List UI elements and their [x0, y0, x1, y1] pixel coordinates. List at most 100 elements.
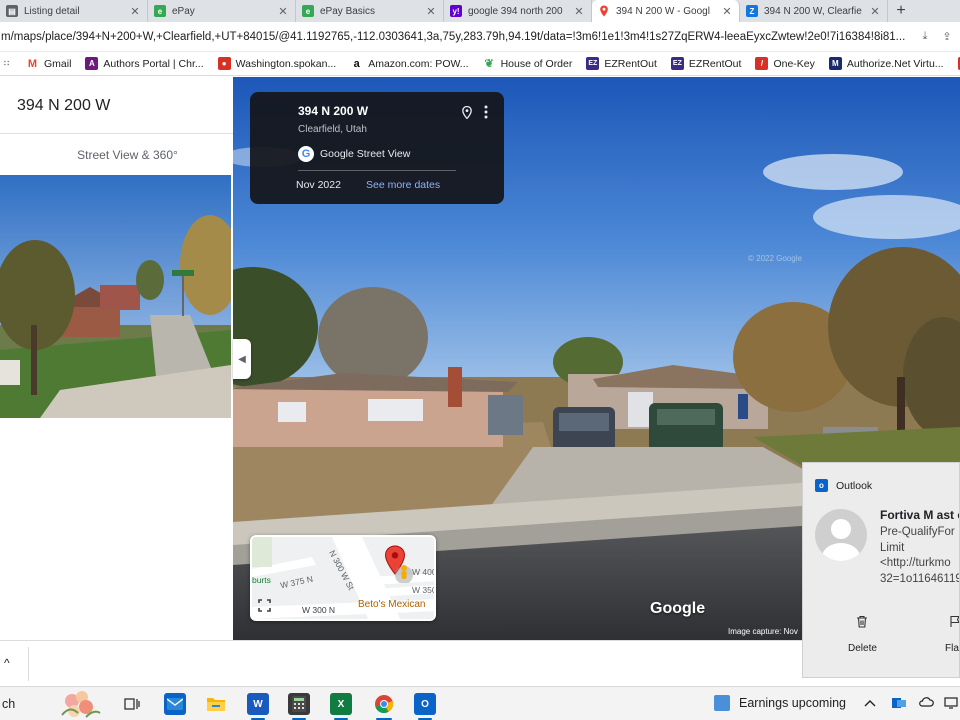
map-label: W 350 [412, 585, 436, 595]
tab-epay[interactable]: e ePay ✕ [148, 0, 296, 22]
bookmark-label: One-Key [773, 57, 815, 70]
close-icon[interactable]: ✕ [425, 5, 437, 18]
close-icon[interactable]: ✕ [277, 5, 289, 18]
notification-app: o Outlook [815, 479, 872, 492]
new-tab-button[interactable]: + [888, 0, 914, 22]
bookmark-washington[interactable]: ● Washington.spokan... [217, 57, 336, 70]
pin-icon: ● [217, 57, 231, 70]
notification-body: Pre-QualifyFor Limit <http://turkmo 32=1… [880, 525, 959, 587]
copyright-label: © 2022 Google [748, 254, 802, 263]
divider [298, 170, 456, 171]
notification-line: Pre-QualifyFor [880, 526, 955, 538]
location-pin-icon[interactable] [462, 105, 472, 122]
share-icon[interactable]: ⇪ [940, 30, 954, 44]
bookmark-gmail[interactable]: M Gmail [26, 57, 72, 70]
flag-icon [949, 615, 959, 631]
document-icon: ▤ [6, 5, 18, 17]
info-card-city: Clearfield, Utah [298, 124, 367, 135]
flag-button[interactable]: Flag [945, 615, 959, 654]
network-icon[interactable] [944, 696, 958, 713]
close-icon[interactable]: ✕ [129, 5, 141, 18]
tab-zillow[interactable]: Z 394 N 200 W, Clearfie ✕ [740, 0, 888, 22]
tab-title: ePay [172, 5, 195, 17]
collapse-panel-button[interactable]: ◀ [233, 339, 251, 379]
street-view-info-card: 394 N 200 W Clearfield, Utah G Google St… [250, 92, 504, 204]
source-label: Google Street View [320, 148, 411, 160]
epay-icon: e [154, 5, 166, 17]
street-view-thumbnail[interactable] [0, 175, 231, 418]
bookmarks-bar: ∷ M Gmail A Authors Portal | Chr... ● Wa… [0, 52, 960, 76]
minimap[interactable]: burts W 375 N N 300 W St W 400 W 350 W 3… [250, 535, 436, 621]
outlook-tray-icon[interactable] [892, 696, 906, 713]
divider [28, 647, 29, 681]
chevron-up-icon[interactable] [864, 696, 876, 710]
mail-icon[interactable] [164, 693, 186, 715]
google-watermark: Google [650, 600, 706, 617]
bookmark-label: Amazon.com: POW... [368, 57, 469, 70]
taskbar-search-text: ch [2, 697, 16, 711]
bookmark-apps[interactable]: ∷ [0, 57, 18, 70]
yahoo-icon: y! [450, 5, 462, 17]
word-icon[interactable]: W [247, 693, 269, 715]
tab-listing-detail[interactable]: ▤ Listing detail ✕ [0, 0, 148, 22]
cloud-icon[interactable] [918, 696, 934, 710]
tab-title: Listing detail [24, 5, 80, 17]
tab-title: ePay Basics [320, 5, 376, 17]
search-highlight-icon[interactable] [56, 687, 104, 720]
fullscreen-icon[interactable] [258, 599, 271, 615]
delete-label: Delete [848, 643, 877, 654]
chrome-icon[interactable] [373, 693, 395, 715]
street-view-section-label[interactable]: Street View & 360° [0, 148, 233, 162]
map-label: burts [252, 575, 271, 585]
tab-yahoo-search[interactable]: y! google 394 north 200 ✕ [444, 0, 592, 22]
news-widget[interactable]: Earnings upcoming [714, 695, 846, 711]
bookmark-ezrentout-2[interactable]: EZ EZRentOut [670, 57, 742, 70]
bookmark-ezrentout[interactable]: EZ EZRentOut [586, 57, 657, 70]
zillow-icon: Z [746, 5, 758, 17]
notification-line: Limit [880, 541, 905, 554]
delete-button[interactable]: Delete [848, 615, 877, 654]
authnet-icon: M [828, 57, 842, 70]
notification-line: <http://turkmo [880, 557, 951, 569]
image-capture-label: Image capture: Nov [728, 627, 798, 636]
epay-icon: e [302, 5, 314, 17]
bookmark-one-key[interactable]: / One-Key [755, 57, 815, 70]
tab-strip: ▤ Listing detail ✕ e ePay ✕ e ePay Basic… [0, 0, 960, 22]
url-text[interactable]: m/maps/place/394+N+200+W,+Clearfield,+UT… [0, 31, 918, 43]
outlook-notification[interactable]: o Outlook Fortiva M ast e Pre-QualifyFor… [802, 462, 960, 678]
divider [0, 133, 233, 134]
chevron-up-icon[interactable]: ^ [4, 656, 10, 670]
onekey-icon: / [755, 57, 769, 70]
close-icon[interactable]: ✕ [573, 5, 585, 18]
tab-google-maps[interactable]: 394 N 200 W - Googl ✕ [592, 0, 740, 22]
bookmark-authorize-net[interactable]: M Authorize.Net Virtu... [828, 57, 944, 70]
source-row: G Google Street View [298, 146, 410, 162]
bookmark-authors-portal[interactable]: A Authors Portal | Chr... [85, 57, 204, 70]
see-more-dates-link[interactable]: See more dates [366, 179, 440, 191]
windows-taskbar: ch W X O Earnings upcoming [0, 686, 960, 720]
tab-epay-basics[interactable]: e ePay Basics ✕ [296, 0, 444, 22]
ez-icon: EZ [586, 57, 600, 70]
notification-app-name: Outlook [836, 479, 873, 492]
gmail-icon: M [27, 57, 38, 70]
outlook-icon[interactable]: O [414, 693, 436, 715]
bookmark-label: Authors Portal | Chr... [103, 57, 204, 70]
google-logo-icon: G [298, 146, 314, 162]
bookmark-amazon[interactable]: a Amazon.com: POW... [350, 57, 469, 70]
bookmark-label: House of Order [500, 57, 573, 70]
address-bar[interactable]: m/maps/place/394+N+200+W,+Clearfield,+UT… [0, 22, 960, 52]
excel-icon[interactable]: X [330, 693, 352, 715]
more-options-icon[interactable] [484, 105, 488, 119]
bookmark-label: EZRentOut [688, 57, 742, 70]
install-icon[interactable]: ⤓ [918, 30, 932, 44]
calculator-icon[interactable] [288, 693, 310, 715]
close-icon[interactable]: ✕ [869, 5, 881, 18]
file-explorer-icon[interactable] [205, 693, 227, 715]
tab-title: google 394 north 200 [468, 5, 563, 17]
task-view-icon[interactable] [121, 693, 143, 715]
bookmark-house-of-order[interactable]: ❦ House of Order [483, 57, 573, 71]
news-text: Earnings upcoming [739, 696, 847, 710]
page-title: 394 N 200 W [17, 97, 111, 114]
close-icon[interactable]: ✕ [721, 5, 733, 18]
tab-title: 394 N 200 W, Clearfie [764, 5, 862, 17]
